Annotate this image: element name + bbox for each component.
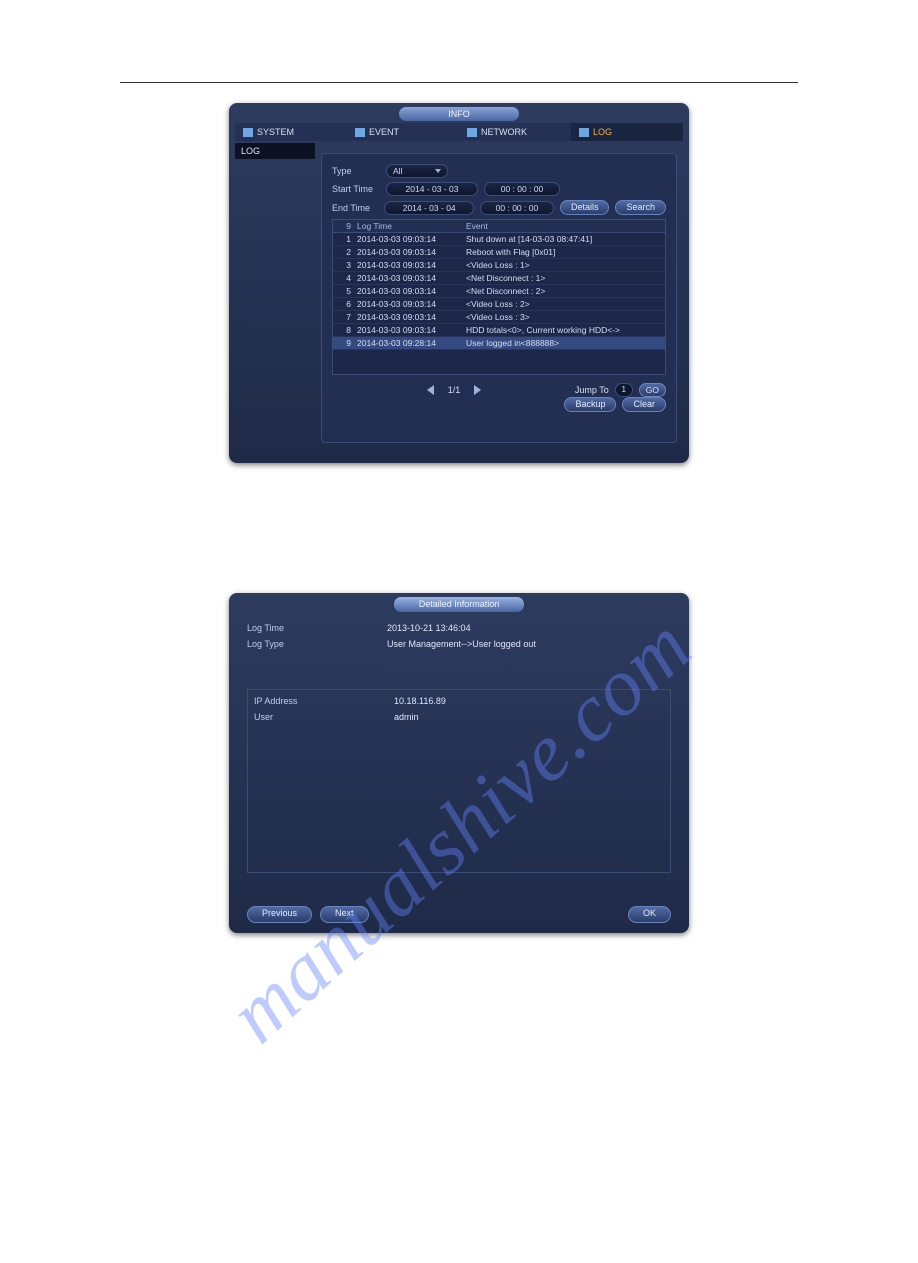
system-icon [243,128,253,137]
page-rule [120,82,798,83]
row-index: 5 [333,285,355,297]
next-page-icon[interactable] [474,385,481,395]
row-event: <Video Loss : 3> [464,311,665,323]
sidebar-item-log[interactable]: LOG [235,143,315,159]
col-event: Event [464,220,665,232]
detail-box: IP Address 10.18.116.89 User admin [247,689,671,873]
log-table: 9 Log Time Event 12014-03-03 09:03:14Shu… [332,219,666,375]
tab-label: LOG [593,127,612,137]
row-log-time: 2014-03-03 09:03:14 [355,259,464,271]
row-index: 6 [333,298,355,310]
row-log-time: 2014-03-03 09:03:14 [355,311,464,323]
log-time-label: Log Time [247,623,387,633]
jump-page-input[interactable]: 1 [615,383,633,397]
table-row[interactable]: 52014-03-03 09:03:14<Net Disconnect : 2> [333,285,665,298]
user-label: User [254,712,394,722]
tab-label: NETWORK [481,127,527,137]
log-type-label: Log Type [247,639,387,649]
next-button[interactable]: Next [320,906,369,923]
end-time-label: End Time [332,203,378,213]
log-time-value: 2013-10-21 13:46:04 [387,623,471,633]
ip-address-label: IP Address [254,696,394,706]
row-event: <Net Disconnect : 1> [464,272,665,284]
tab-event[interactable]: EVENT [347,123,459,141]
log-main-area: Type All Start Time 2014 - 03 - 03 00 : … [321,153,677,443]
event-icon [355,128,365,137]
table-row[interactable]: 72014-03-03 09:03:14<Video Loss : 3> [333,311,665,324]
info-panel: INFO SYSTEM EVENT NETWORK LOG LOG [229,103,689,463]
row-index: 8 [333,324,355,336]
chevron-down-icon [435,169,441,173]
tab-network[interactable]: NETWORK [459,123,571,141]
row-log-time: 2014-03-03 09:03:14 [355,272,464,284]
row-event: HDD totals<0>, Current working HDD<-> [464,324,665,336]
row-event: <Net Disconnect : 2> [464,285,665,297]
start-time-label: Start Time [332,184,380,194]
row-event: <Video Loss : 1> [464,259,665,271]
search-button[interactable]: Search [615,200,666,215]
row-index: 7 [333,311,355,323]
backup-button[interactable]: Backup [564,397,616,412]
row-count-header: 9 [333,220,355,232]
row-index: 4 [333,272,355,284]
detail-panel: Detailed Information Log Time 2013-10-21… [229,593,689,933]
row-log-time: 2014-03-03 09:03:14 [355,246,464,258]
table-row[interactable]: 62014-03-03 09:03:14<Video Loss : 2> [333,298,665,311]
col-log-time: Log Time [355,220,464,232]
end-date-input[interactable]: 2014 - 03 - 04 [384,201,473,215]
table-header: 9 Log Time Event [333,220,665,233]
tab-label: SYSTEM [257,127,294,137]
previous-button[interactable]: Previous [247,906,312,923]
row-index: 1 [333,233,355,245]
detail-summary: Log Time 2013-10-21 13:46:04 Log Type Us… [247,623,671,655]
log-icon [579,128,589,137]
page-indicator: 1/1 [448,385,461,395]
row-event: Shut down at [14-03-03 08:47:41] [464,233,665,245]
row-event: User logged in<888888> [464,337,665,349]
row-log-time: 2014-03-03 09:03:14 [355,285,464,297]
details-button[interactable]: Details [560,200,610,215]
type-value: All [393,165,402,177]
tab-bar: SYSTEM EVENT NETWORK LOG [235,123,683,141]
table-row[interactable]: 12014-03-03 09:03:14Shut down at [14-03-… [333,233,665,246]
tab-label: EVENT [369,127,399,137]
start-date-input[interactable]: 2014 - 03 - 03 [386,182,478,196]
network-icon [467,128,477,137]
row-event: Reboot with Flag [0x01] [464,246,665,258]
jump-to-label: Jump To [575,385,609,395]
row-log-time: 2014-03-03 09:28:14 [355,337,464,349]
log-type-value: User Management-->User logged out [387,639,536,649]
row-index: 9 [333,337,355,349]
type-select[interactable]: All [386,164,448,178]
panel-title: INFO [399,107,519,121]
sidebar: LOG [235,143,315,159]
row-event: <Video Loss : 2> [464,298,665,310]
panel-title: Detailed Information [394,597,524,612]
prev-page-icon[interactable] [427,385,434,395]
table-row[interactable]: 32014-03-03 09:03:14<Video Loss : 1> [333,259,665,272]
row-log-time: 2014-03-03 09:03:14 [355,324,464,336]
end-time-input[interactable]: 00 : 00 : 00 [480,201,554,215]
user-value: admin [394,712,419,722]
tab-system[interactable]: SYSTEM [235,123,347,141]
table-row[interactable]: 22014-03-03 09:03:14Reboot with Flag [0x… [333,246,665,259]
clear-button[interactable]: Clear [622,397,666,412]
table-row[interactable]: 42014-03-03 09:03:14<Net Disconnect : 1> [333,272,665,285]
ip-address-value: 10.18.116.89 [394,696,446,706]
table-row[interactable]: 82014-03-03 09:03:14HDD totals<0>, Curre… [333,324,665,337]
go-button[interactable]: GO [639,383,666,397]
tab-log[interactable]: LOG [571,123,683,141]
type-label: Type [332,166,380,176]
row-index: 3 [333,259,355,271]
row-index: 2 [333,246,355,258]
row-log-time: 2014-03-03 09:03:14 [355,298,464,310]
table-row[interactable]: 92014-03-03 09:28:14User logged in<88888… [333,337,665,350]
ok-button[interactable]: OK [628,906,671,923]
row-log-time: 2014-03-03 09:03:14 [355,233,464,245]
start-time-input[interactable]: 00 : 00 : 00 [484,182,560,196]
